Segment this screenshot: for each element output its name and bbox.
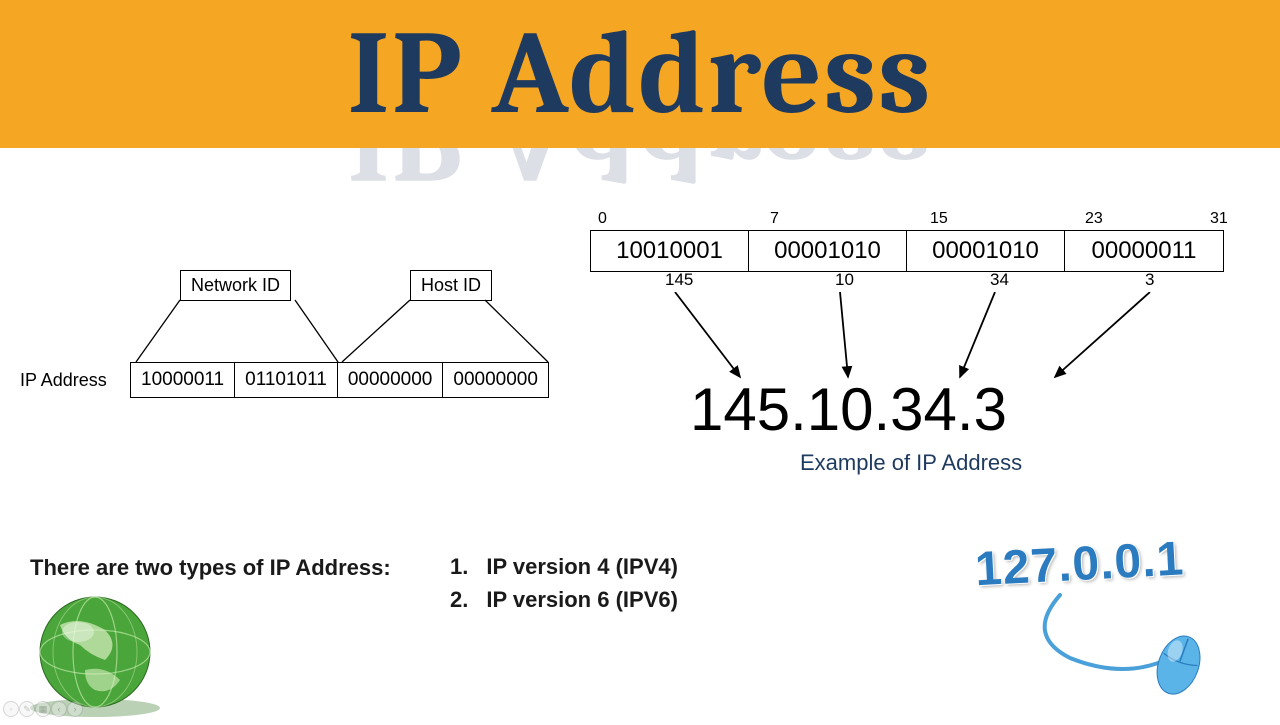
bit-pos: 15 (930, 210, 948, 228)
toolbar-btn[interactable]: ‹ (51, 701, 67, 717)
octet-cell: 00001010 (907, 231, 1065, 271)
toolbar-btn[interactable]: ▦ (35, 701, 51, 717)
network-id-box: Network ID (180, 270, 291, 301)
decimal-value: 145 (665, 270, 693, 290)
octet-cell: 01101011 (235, 363, 338, 397)
example-caption: Example of IP Address (800, 450, 1022, 476)
bit-pos: 23 (1085, 210, 1103, 228)
mouse-icon (975, 580, 1255, 700)
localhost-graphic: 127.0.0.1 (975, 535, 1255, 705)
slide-toolbar: ◦ ✎ ▦ ‹ › (3, 701, 83, 717)
toolbar-btn[interactable]: ✎ (19, 701, 35, 717)
page-title: IP Address (347, 6, 932, 142)
decimal-value: 10 (835, 270, 854, 290)
octet-cell: 00000000 (338, 363, 444, 397)
toolbar-btn[interactable]: › (67, 701, 83, 717)
toolbar-btn[interactable]: ◦ (3, 701, 19, 717)
ip-octet-table: 10000011 01101011 00000000 00000000 (130, 362, 549, 398)
list-text: IP version 4 (IPV4) (486, 550, 678, 583)
title-reflection: IP Address (0, 148, 1280, 208)
types-heading: There are two types of IP Address: (30, 555, 391, 581)
title-banner: IP Address (0, 0, 1280, 148)
list-number: 1. (450, 550, 468, 583)
octet-cell: 10000011 (131, 363, 235, 397)
arrows-icon (590, 292, 1240, 387)
types-list: 1. IP version 4 (IPV4) 2. IP version 6 (… (450, 550, 678, 616)
list-text: IP version 6 (IPV6) (486, 583, 678, 616)
list-item: 2. IP version 6 (IPV6) (450, 583, 678, 616)
decimal-value: 34 (990, 270, 1009, 290)
ip-address-label: IP Address (20, 370, 107, 391)
bit-pos: 7 (770, 210, 779, 228)
list-item: 1. IP version 4 (IPV4) (450, 550, 678, 583)
decimal-value: 3 (1145, 270, 1154, 290)
bit-pos: 0 (598, 210, 607, 228)
binary-octet-table: 10010001 00001010 00001010 00000011 (590, 230, 1224, 272)
example-ip-value: 145.10.34.3 (690, 375, 1007, 444)
octet-cell: 10010001 (591, 231, 749, 271)
octet-cell: 00000011 (1065, 231, 1223, 271)
bracket-lines-icon (130, 298, 570, 364)
bit-pos: 31 (1210, 210, 1228, 228)
octet-cell: 00000000 (443, 363, 548, 397)
list-number: 2. (450, 583, 468, 616)
host-id-box: Host ID (410, 270, 492, 301)
octet-cell: 00001010 (749, 231, 907, 271)
